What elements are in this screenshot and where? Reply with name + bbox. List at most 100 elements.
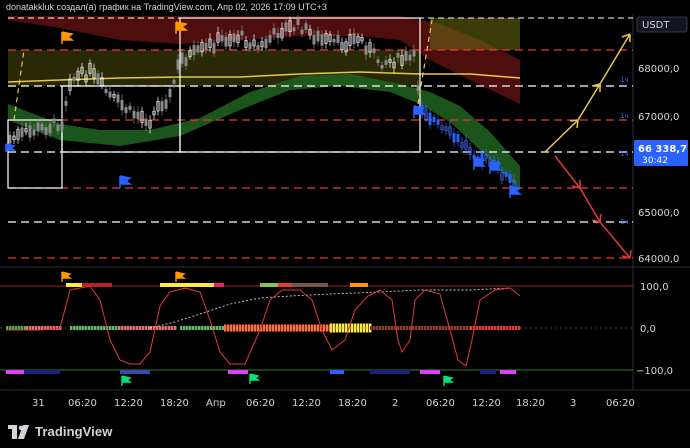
time-tick[interactable]: 18:20 xyxy=(160,398,189,409)
time-tick[interactable]: 3 xyxy=(570,398,576,409)
chart-canvas[interactable]: 1ч 1ч 1ч 1ч USDT 68000,0 67000,0 65000,0… xyxy=(0,0,690,416)
osc-bar xyxy=(421,326,424,330)
osc-bar xyxy=(130,326,133,330)
osc-bar xyxy=(112,326,115,330)
candle-body xyxy=(332,38,336,43)
osc-bar xyxy=(192,326,195,330)
time-tick[interactable]: 06:20 xyxy=(246,398,275,409)
osc-bar xyxy=(124,326,127,330)
current-price: 66 338,7 xyxy=(638,144,687,155)
osc-bar xyxy=(305,324,308,332)
osc-bar xyxy=(506,326,509,330)
osc-bar xyxy=(269,324,272,332)
candle-body xyxy=(432,117,436,123)
osc-bar xyxy=(145,326,148,330)
osc-bar xyxy=(354,323,357,333)
osc-bar xyxy=(70,326,73,330)
osc-bar xyxy=(9,326,12,330)
candle-body xyxy=(316,30,320,42)
candle-body xyxy=(384,60,388,65)
osc-bar xyxy=(18,326,21,330)
osc-bar xyxy=(503,326,506,330)
candle-body xyxy=(304,23,308,30)
osc-bar xyxy=(26,326,29,330)
time-tick[interactable]: 12:20 xyxy=(472,398,501,409)
osc-bar xyxy=(299,324,302,332)
osc-tick: −100,0 xyxy=(636,366,673,377)
osc-bar xyxy=(370,326,373,330)
candle-body xyxy=(248,42,252,50)
top-signal-strip xyxy=(66,283,368,287)
osc-bar xyxy=(400,326,403,330)
osc-bar xyxy=(275,324,278,332)
osc-bar xyxy=(82,326,85,330)
candle-body xyxy=(312,34,316,45)
osc-bar xyxy=(308,324,311,332)
osc-bar xyxy=(290,324,293,332)
candle-body xyxy=(196,45,200,53)
osc-bar xyxy=(224,324,227,332)
osc-bar xyxy=(284,324,287,332)
candle-body xyxy=(128,105,132,110)
candle-body xyxy=(264,38,268,49)
time-tick[interactable]: 06:20 xyxy=(426,398,455,409)
osc-bar xyxy=(94,326,97,330)
time-tick[interactable]: 18:20 xyxy=(338,398,367,409)
candle-body xyxy=(268,35,272,43)
time-tick[interactable]: 06:20 xyxy=(68,398,97,409)
time-tick[interactable]: 18:20 xyxy=(516,398,545,409)
osc-bar xyxy=(159,326,162,330)
time-tick[interactable]: 06:20 xyxy=(606,398,635,409)
osc-bar xyxy=(195,326,198,330)
osc-bar xyxy=(251,324,254,332)
candle-body xyxy=(20,127,24,138)
time-tick[interactable]: 31 xyxy=(32,398,45,409)
candle-body xyxy=(184,57,188,66)
candle-body xyxy=(192,44,196,56)
osc-bar xyxy=(296,324,299,332)
osc-bar xyxy=(382,326,385,330)
osc-bar xyxy=(457,326,460,330)
candle-body xyxy=(120,99,124,111)
time-tick[interactable]: 2 xyxy=(392,398,398,409)
candle-body xyxy=(336,34,340,43)
osc-bar xyxy=(281,324,284,332)
tradingview-logo[interactable]: TradingView xyxy=(8,424,112,439)
price-tick: 65000,0 xyxy=(638,208,679,219)
osc-bar xyxy=(73,326,76,330)
candle-body xyxy=(132,110,136,119)
osc-bar xyxy=(287,324,290,332)
time-tick[interactable]: 12:20 xyxy=(114,398,143,409)
candle-body xyxy=(416,85,420,91)
candle-body xyxy=(144,118,148,126)
osc-bar xyxy=(263,324,266,332)
osc-bar xyxy=(239,324,242,332)
candle-body xyxy=(376,59,380,63)
osc-bar xyxy=(168,326,171,330)
candle-body xyxy=(296,19,300,25)
tf-label-3: 1ч xyxy=(620,150,629,158)
candle-body xyxy=(404,51,408,61)
tradingview-brand: TradingView xyxy=(35,424,113,439)
osc-bar xyxy=(509,326,512,330)
time-tick[interactable]: 12:20 xyxy=(292,398,321,409)
candle-body xyxy=(256,45,260,50)
candle-body xyxy=(28,125,32,138)
osc-bar xyxy=(357,323,360,333)
time-tick[interactable]: Апр xyxy=(206,398,226,409)
osc-bar xyxy=(430,326,433,330)
tf-label-2: 1ч xyxy=(620,112,629,120)
candle-body xyxy=(180,52,184,64)
olive-zone-right xyxy=(430,18,520,50)
osc-bar xyxy=(363,323,366,333)
osc-bar xyxy=(460,326,463,330)
osc-bar xyxy=(35,326,38,330)
osc-bar xyxy=(207,326,210,330)
osc-bar xyxy=(482,326,485,330)
candle-body xyxy=(352,33,356,44)
candle-body xyxy=(172,79,176,84)
osc-bar xyxy=(336,323,339,333)
osc-bar xyxy=(439,326,442,330)
candle-body xyxy=(284,22,288,32)
osc-bar xyxy=(479,326,482,330)
